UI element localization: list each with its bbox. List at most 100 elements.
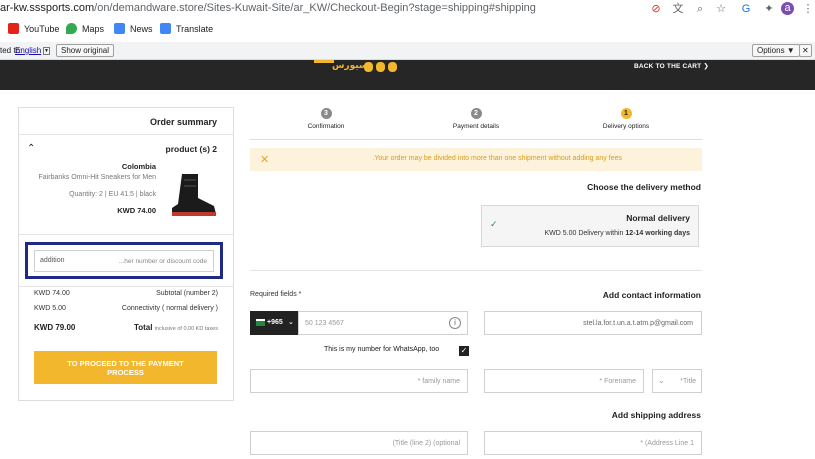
phone-input[interactable]: 50 123 4567 i <box>298 311 468 335</box>
whatsapp-label: This is my number for WhatsApp, too <box>324 346 440 353</box>
chevron-down-icon: ⌄ <box>658 376 665 385</box>
translate-bar: ted to: English ▼ Show original Options … <box>0 42 815 60</box>
bookmark-label: Maps <box>82 23 105 34</box>
order-summary-title: Order summary <box>149 117 217 127</box>
profile-avatar[interactable]: a <box>781 2 794 15</box>
bookmark-maps[interactable]: Maps <box>66 23 104 34</box>
phone-country-code-select[interactable]: +965 ⌄ <box>250 311 299 335</box>
discount-code-label: addition <box>40 257 65 264</box>
language-select[interactable]: English <box>15 46 41 55</box>
email-input[interactable]: stel.la.for.t.un.a.t.atm.p@gmail.com <box>484 311 702 335</box>
bookmark-label: Translate <box>176 23 214 34</box>
divider <box>18 286 234 287</box>
boot-icon <box>172 174 216 216</box>
family-name-placeholder: * family name <box>417 378 460 385</box>
url-text[interactable]: ar-kw.sssports.com/on/demandware.store/S… <box>0 2 536 14</box>
bookmarks-bar: YouTube Maps News Translate <box>0 19 815 41</box>
zoom-icon[interactable]: ⌕ <box>692 1 708 17</box>
address-bar[interactable]: ar-kw.sssports.com/on/demandware.store/S… <box>0 0 815 18</box>
family-name-input[interactable]: * family name <box>250 369 468 393</box>
whatsapp-checkbox[interactable]: ✓ <box>459 346 469 356</box>
phone-cc-text: +965 <box>267 319 283 326</box>
step-delivery: 1 Delivery options <box>596 108 656 130</box>
bookmark-translate[interactable]: Translate <box>160 23 213 34</box>
shipping-label: Connectivity ( normal delivery ) <box>121 305 218 312</box>
phone-placeholder: 50 123 4567 <box>305 320 344 327</box>
item-brand: Colombia <box>121 162 156 171</box>
bookmark-label: News <box>130 23 153 34</box>
forename-placeholder: * Forename <box>599 378 636 385</box>
address-line1-input[interactable]: * (Address Line 1 <box>484 431 702 455</box>
address-line2-input[interactable]: (Title (line 2) (optional <box>250 431 468 455</box>
step-number: 3 <box>320 108 332 119</box>
email-value: stel.la.for.t.un.a.t.atm.p@gmail.com <box>583 320 693 327</box>
shipping-value: KWD 5.00 <box>34 305 66 312</box>
discount-code-placeholder: ...her number or discount code <box>118 258 207 265</box>
title-select[interactable]: ⌄ *Title <box>652 369 702 393</box>
divider <box>250 270 702 271</box>
total-label: Total <box>133 323 153 332</box>
url-domain: ar-kw.sssports.com <box>0 2 95 14</box>
address-line1-placeholder: * (Address Line 1 <box>640 440 694 447</box>
address-line2-placeholder: (Title (line 2) (optional <box>392 440 460 447</box>
bookmark-news[interactable]: News <box>114 23 153 34</box>
discount-code-input[interactable]: addition ...her number or discount code <box>34 250 214 272</box>
proceed-label-line1: TO PROCEED TO THE PAYMENT <box>67 359 184 368</box>
blocked-icon[interactable]: ⊘ <box>648 1 664 17</box>
translate-icon <box>160 23 171 34</box>
item-name[interactable]: Fairbanks Omni-Hit Sneakers for Men <box>39 174 156 181</box>
extension-translate-icon[interactable]: G <box>738 1 754 17</box>
step-label: Confirmation <box>307 123 345 130</box>
menu-kebab-icon[interactable]: ⋮ <box>800 1 815 17</box>
title-placeholder: *Title <box>680 378 696 385</box>
product-image[interactable] <box>164 168 220 222</box>
subtotal-value: KWD 74.00 <box>34 290 70 297</box>
logo-text: ﺳﻴﻮﺭﺱ <box>332 60 368 70</box>
maps-icon <box>66 23 77 34</box>
notice-text: .Your order may be divided into more tha… <box>372 155 622 162</box>
chevron-down-icon[interactable]: ▼ <box>43 47 50 55</box>
step-label: Payment details <box>452 123 500 130</box>
proceed-label-line2: PROCESS <box>107 368 144 377</box>
translate-page-icon[interactable]: 文 <box>670 1 686 17</box>
site-header: ﺳﻴﻮﺭﺱ BACK TO THE CART ❯ <box>0 60 815 90</box>
item-price: KWD 74.00 <box>117 206 156 215</box>
options-button[interactable]: Options ▼ <box>752 44 800 57</box>
step-number: 1 <box>620 108 632 119</box>
shipment-notice: ✕ .Your order may be divided into more t… <box>250 148 702 171</box>
step-number: 2 <box>470 108 482 119</box>
bookmark-label: YouTube <box>24 23 60 34</box>
total-value: KWD 79.00 <box>34 323 76 332</box>
forename-input[interactable]: * Forename <box>484 369 644 393</box>
shipping-address-heading: Add shipping address <box>611 410 701 420</box>
delivery-desc-days: 12-14 working days <box>625 230 690 237</box>
total-row: Total inclusive of 0.00 KD taxes <box>134 323 218 332</box>
bookmark-youtube[interactable]: YouTube <box>8 23 59 34</box>
delivery-option-normal[interactable]: ✓ Normal delivery KWD 5.00 Delivery with… <box>481 205 699 247</box>
site-logo[interactable]: ﺳﻴﻮﺭﺱ <box>312 60 408 74</box>
chevron-up-icon[interactable]: ⌃ <box>27 143 35 154</box>
contact-info-heading: Add contact information <box>602 290 701 300</box>
star-icon[interactable]: ☆ <box>713 1 729 17</box>
close-icon[interactable]: ✕ <box>799 44 812 57</box>
total-note: inclusive of 0.00 KD taxes <box>154 326 218 332</box>
extensions-puzzle-icon[interactable]: ✦ <box>761 1 777 17</box>
steps-divider <box>250 139 702 140</box>
delivery-method-heading: Choose the delivery method <box>587 182 701 192</box>
item-details: Quantity: 2 | EU 41.5 | black <box>69 191 156 198</box>
divider <box>19 234 233 235</box>
check-icon: ✓ <box>490 219 498 229</box>
back-to-cart-link[interactable]: BACK TO THE CART ❯ <box>634 62 709 70</box>
required-fields-note: Required fields * <box>250 291 302 298</box>
proceed-to-payment-button[interactable]: TO PROCEED TO THE PAYMENT PROCESS <box>34 351 217 384</box>
divider <box>19 134 233 135</box>
chevron-down-icon: ⌄ <box>288 319 294 326</box>
delivery-option-title: Normal delivery <box>626 213 690 223</box>
news-icon <box>114 23 125 34</box>
step-payment: 2 Payment details <box>446 108 506 130</box>
show-original-button[interactable]: Show original <box>56 44 115 57</box>
info-icon[interactable]: i <box>449 317 461 329</box>
step-label: Delivery options <box>602 123 650 130</box>
subtotal-label: Subtotal (number 2) <box>156 290 218 297</box>
delivery-option-desc: KWD 5.00 Delivery within 12-14 working d… <box>544 230 690 237</box>
